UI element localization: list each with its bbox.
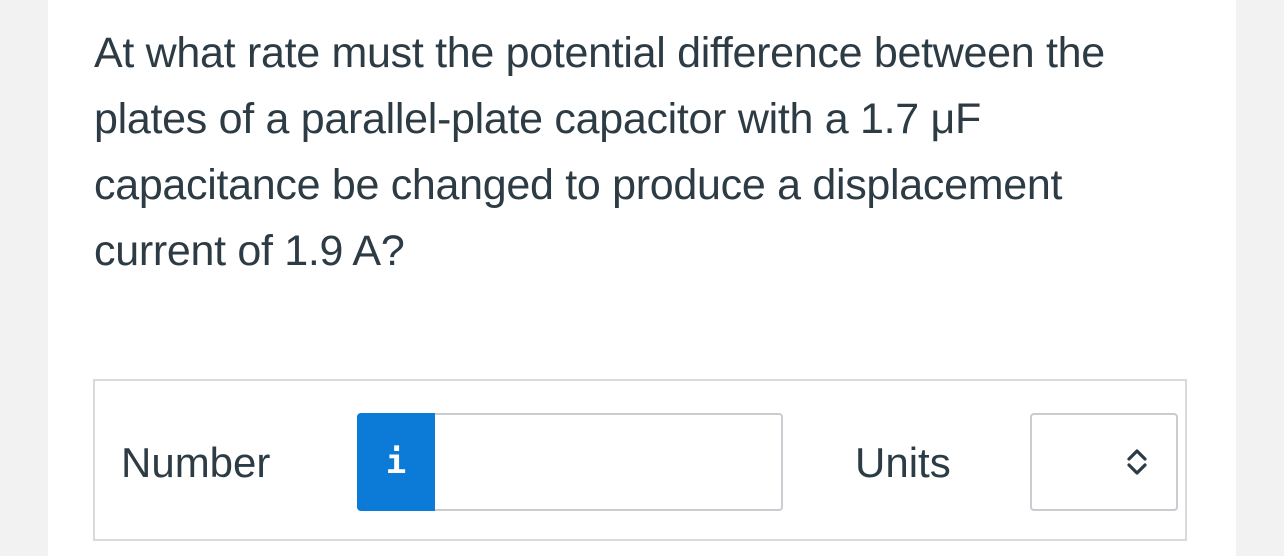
question-panel: At what rate must the potential differen… [48, 0, 1236, 556]
answer-box: Number i Units [93, 379, 1187, 541]
up-down-chevron-icon [1127, 449, 1147, 475]
number-input[interactable] [435, 413, 783, 511]
question-text: At what rate must the potential differen… [94, 29, 1105, 275]
units-select[interactable] [1030, 413, 1178, 511]
info-icon: i [385, 442, 407, 482]
info-button[interactable]: i [357, 413, 435, 511]
number-label: Number [121, 439, 271, 486]
units-label: Units [855, 439, 951, 486]
